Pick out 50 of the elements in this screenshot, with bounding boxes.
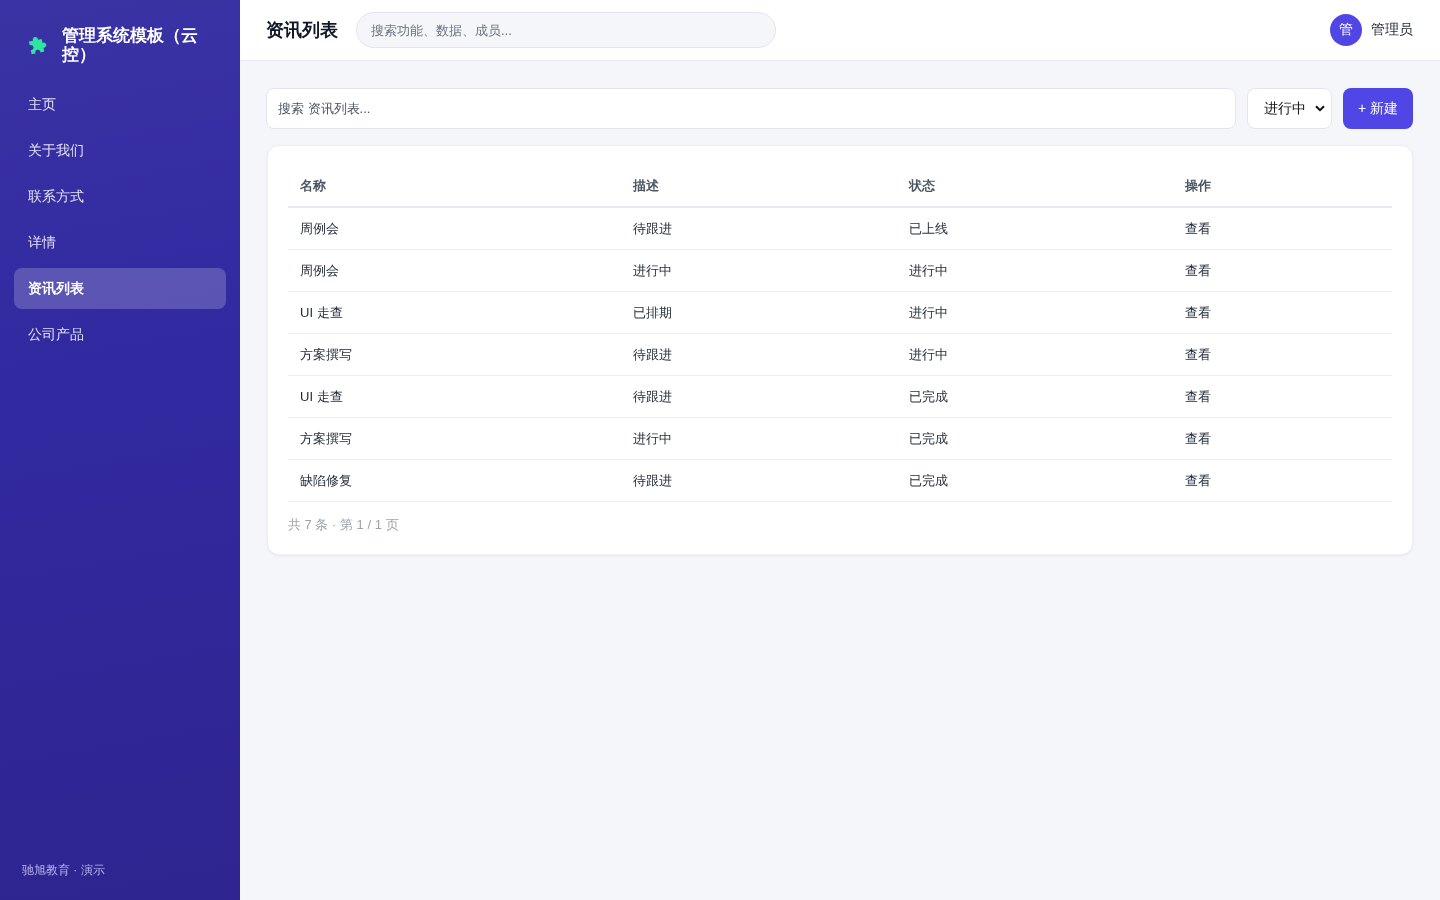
table-cell: 待跟进 xyxy=(621,333,898,376)
column-header: 名称 xyxy=(288,166,622,207)
table-cell: 进行中 xyxy=(621,417,898,460)
table-cell: 进行中 xyxy=(897,249,1174,292)
sidebar-nav-item[interactable]: 主页 xyxy=(14,84,226,125)
table-cell: 已完成 xyxy=(897,459,1174,502)
view-link[interactable]: 查看 xyxy=(1185,430,1212,446)
user-avatar[interactable]: 管 xyxy=(1330,14,1362,46)
table-cell: 方案撰写 xyxy=(288,333,622,376)
view-link[interactable]: 查看 xyxy=(1185,388,1212,404)
sidebar-footer-text: 驰旭教育 · 演示 xyxy=(21,862,106,879)
table-cell: 已完成 xyxy=(897,417,1174,460)
column-header: 操作 xyxy=(1173,166,1392,207)
sidebar-nav-item[interactable]: 关于我们 xyxy=(14,130,226,171)
app-title: 管理系统模板（云控） xyxy=(62,26,199,64)
list-search-field[interactable]: 搜索 资讯列表... xyxy=(266,88,1236,129)
view-link[interactable]: 查看 xyxy=(1185,304,1212,320)
puzzle-icon xyxy=(26,34,48,56)
view-link[interactable]: 查看 xyxy=(1185,346,1212,362)
table-cell: 缺陷修复 xyxy=(288,459,622,502)
table-cell: 已上线 xyxy=(897,207,1174,250)
table-cell: 待跟进 xyxy=(621,207,898,250)
table-cell: 进行中 xyxy=(897,333,1174,376)
table-cell: 进行中 xyxy=(897,291,1174,334)
table-cell: 进行中 xyxy=(621,249,898,292)
table-cell: 已完成 xyxy=(897,375,1174,418)
chevron-down-icon xyxy=(1315,105,1325,112)
view-link[interactable]: 查看 xyxy=(1185,262,1212,278)
table-cell: 已排期 xyxy=(621,291,898,334)
sidebar-nav-item[interactable]: 详情 xyxy=(14,222,226,263)
column-header: 状态 xyxy=(897,166,1174,207)
status-filter-dropdown[interactable]: 进行中 xyxy=(1247,88,1332,129)
table-cell: 周例会 xyxy=(288,249,622,292)
new-button[interactable]: + 新建 xyxy=(1343,88,1413,129)
view-link[interactable]: 查看 xyxy=(1185,220,1212,236)
table-cell: 周例会 xyxy=(288,207,622,250)
table-cell: UI 走查 xyxy=(288,375,622,418)
sidebar-nav-item[interactable]: 公司产品 xyxy=(14,314,226,355)
table-cell: 待跟进 xyxy=(621,459,898,502)
table-cell: 方案撰写 xyxy=(288,417,622,460)
sidebar-nav-item[interactable]: 资讯列表 xyxy=(14,268,226,309)
global-search-field[interactable]: 搜索功能、数据、成员... xyxy=(356,12,776,48)
pagination-info: 共 7 条 · 第 1 / 1 页 xyxy=(288,516,400,534)
sidebar-nav-item[interactable]: 联系方式 xyxy=(14,176,226,217)
table-cell: UI 走查 xyxy=(288,291,622,334)
view-link[interactable]: 查看 xyxy=(1185,472,1212,488)
user-name: 管理员 xyxy=(1371,21,1413,39)
column-header: 描述 xyxy=(621,166,898,207)
page-title: 资讯列表 xyxy=(266,19,338,42)
table-cell: 待跟进 xyxy=(621,375,898,418)
